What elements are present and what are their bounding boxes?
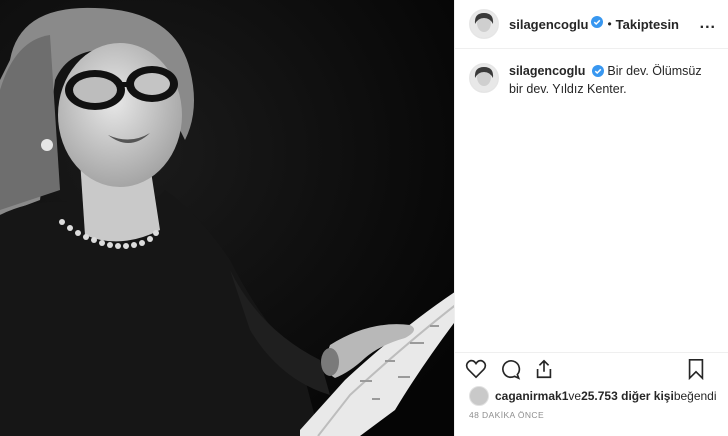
action-bar — [455, 352, 728, 385]
caption-avatar[interactable] — [469, 63, 499, 93]
profile-avatar[interactable] — [469, 9, 499, 39]
caption-username[interactable]: silagencoglu — [509, 64, 585, 78]
likes-connector: ve — [568, 389, 582, 403]
post-image[interactable] — [0, 0, 454, 436]
post-caption: silagencoglu Bir dev. Ölümsüz bir dev. Y… — [455, 49, 728, 97]
verified-badge-icon — [591, 15, 604, 33]
bookmark-icon[interactable] — [686, 358, 706, 380]
caption-avatar-image — [470, 64, 498, 92]
heart-icon[interactable] — [465, 359, 487, 379]
post-timestamp[interactable]: 48 DAKİKA ÖNCE — [469, 410, 544, 420]
post-header: silagencoglu • Takiptesin ... — [455, 0, 728, 49]
portrait-photo — [0, 0, 454, 436]
avatar-image — [470, 10, 498, 38]
likes-line: caganirmak1 ve 25.753 diğer kişi beğendi — [469, 386, 717, 406]
username-link[interactable]: silagencoglu — [509, 17, 588, 32]
share-icon[interactable] — [533, 358, 555, 380]
likes-count[interactable]: 25.753 diğer kişi — [581, 389, 674, 403]
liker-username[interactable]: caganirmak1 — [495, 389, 568, 403]
liker-avatar[interactable] — [469, 386, 489, 406]
caption-text-block: silagencoglu Bir dev. Ölümsüz bir dev. Y… — [509, 63, 714, 97]
separator-dot: • — [607, 17, 612, 31]
post-side-panel: silagencoglu • Takiptesin ... silagencog… — [454, 0, 728, 436]
likes-suffix: beğendi — [673, 389, 717, 403]
instagram-post: silagencoglu • Takiptesin ... silagencog… — [0, 0, 728, 436]
comment-icon[interactable] — [499, 358, 521, 380]
caption-verified-badge-icon — [591, 65, 604, 81]
more-options-icon[interactable]: ... — [700, 15, 716, 33]
following-button[interactable]: Takiptesin — [616, 17, 679, 32]
